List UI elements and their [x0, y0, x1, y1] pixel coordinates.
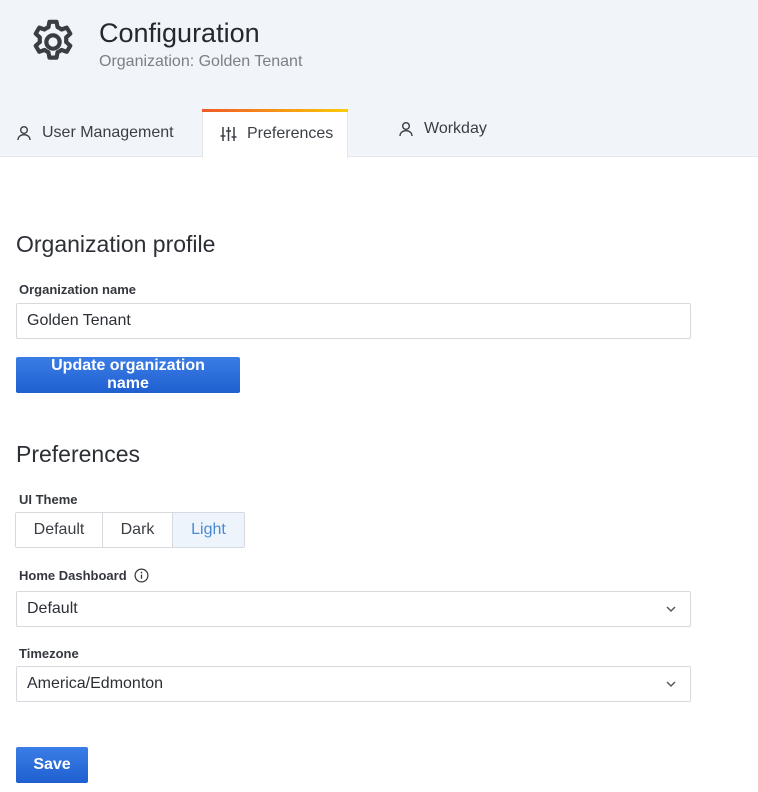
tab-label: User Management: [42, 124, 174, 141]
timezone-label: Timezone: [19, 646, 79, 661]
tab-preferences[interactable]: Preferences: [202, 109, 348, 158]
info-icon[interactable]: [134, 568, 149, 583]
home-dashboard-select[interactable]: Default: [16, 591, 691, 627]
timezone-value: America/Edmonton: [27, 675, 164, 692]
update-organization-name-button[interactable]: Update organization name: [16, 357, 240, 393]
section-title-preferences: Preferences: [16, 441, 141, 467]
tab-user-management[interactable]: User Management: [16, 122, 174, 144]
home-dashboard-value: Default: [27, 600, 78, 617]
tab-label: Workday: [424, 120, 487, 137]
page-header: Configuration Organization: Golden Tenan…: [0, 0, 758, 158]
theme-option-default[interactable]: Default: [16, 513, 103, 547]
timezone-select[interactable]: America/Edmonton: [16, 666, 691, 702]
section-title-organization-profile: Organization profile: [16, 231, 216, 257]
user-icon: [17, 126, 31, 141]
home-dashboard-label: Home Dashboard: [19, 568, 127, 583]
save-button[interactable]: Save: [16, 747, 88, 783]
theme-option-dark[interactable]: Dark: [103, 513, 173, 547]
gear-icon: [33, 19, 73, 60]
theme-option-light[interactable]: Light: [173, 513, 244, 547]
sliders-icon: [220, 127, 237, 141]
organization-name-label: Organization name: [19, 282, 137, 297]
user-icon: [399, 122, 413, 137]
page-title: Configuration: [99, 18, 260, 48]
organization-name-input[interactable]: [16, 303, 691, 339]
home-dashboard-label-row: Home Dashboard: [19, 568, 149, 583]
chevron-down-icon: [666, 681, 676, 688]
page-subtitle: Organization: Golden Tenant: [99, 53, 303, 70]
chevron-down-icon: [666, 606, 676, 613]
tab-workday[interactable]: Workday: [398, 118, 487, 140]
ui-theme-label: UI Theme: [19, 492, 78, 507]
ui-theme-selector: Default Dark Light: [15, 512, 245, 548]
tab-label: Preferences: [247, 125, 334, 142]
